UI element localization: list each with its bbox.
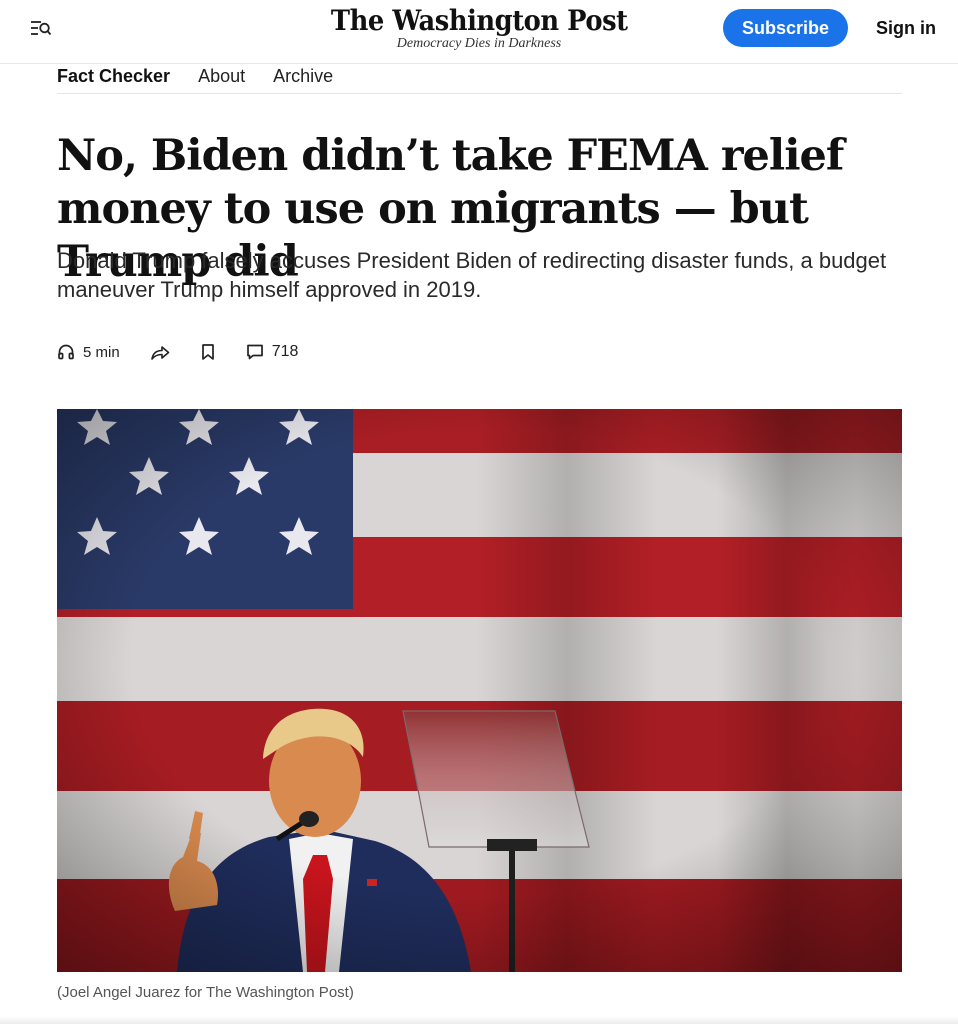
share-icon	[150, 346, 169, 360]
listen-duration: 5 min	[83, 343, 120, 361]
article-toolbar: 5 min 718	[57, 338, 328, 366]
section-nav-archive[interactable]: Archive	[273, 66, 333, 87]
listen-button[interactable]: 5 min	[57, 343, 120, 361]
save-button[interactable]	[200, 343, 216, 361]
subscribe-button[interactable]: Subscribe	[723, 9, 848, 47]
bottom-divider	[0, 1016, 958, 1024]
comments-button[interactable]: 718	[246, 343, 299, 361]
share-button[interactable]	[150, 343, 170, 361]
section-nav-about[interactable]: About	[198, 66, 245, 87]
article-dek: Donald Trump falsely accuses President B…	[57, 248, 887, 302]
logo-title[interactable]: The Washington Post	[331, 4, 628, 37]
comment-count: 718	[271, 343, 299, 360]
section-nav-fact-checker[interactable]: Fact Checker	[57, 66, 170, 87]
section-nav: Fact Checker About Archive	[57, 60, 902, 94]
article-hero-image[interactable]	[57, 409, 902, 972]
sign-in-button[interactable]: Sign in	[866, 9, 946, 47]
site-header: The Washington Post Democracy Dies in Da…	[0, 0, 958, 64]
headphones-icon	[58, 344, 74, 360]
bookmark-icon	[201, 344, 214, 360]
image-caption: (Joel Angel Juarez for The Washington Po…	[57, 984, 354, 1001]
comment-icon	[246, 344, 263, 360]
